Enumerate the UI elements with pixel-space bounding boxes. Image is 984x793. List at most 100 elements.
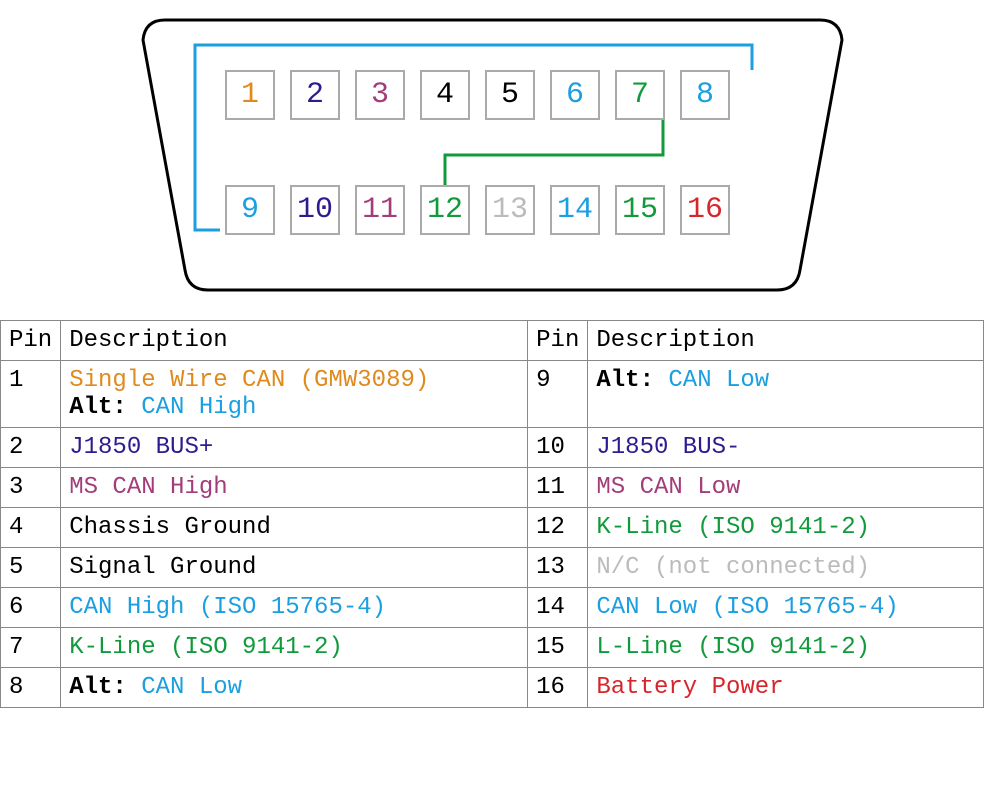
pin-7: 7 xyxy=(615,70,665,120)
table-row: 5 Signal Ground 13 N/C (not connected) xyxy=(1,548,984,588)
pin-3: 3 xyxy=(355,70,405,120)
table-row: 3 MS CAN High 11 MS CAN Low xyxy=(1,468,984,508)
cell-pin: 10 xyxy=(528,428,588,468)
cell-desc: K-Line (ISO 9141-2) xyxy=(588,508,984,548)
pin-2: 2 xyxy=(290,70,340,120)
desc-segment: L-Line (ISO 9141-2) xyxy=(596,634,870,661)
desc-segment: CAN High (ISO 15765-4) xyxy=(69,594,386,621)
cell-pin: 1 xyxy=(1,361,61,428)
pin-1: 1 xyxy=(225,70,275,120)
connector-diagram: 12345678910111213141516 xyxy=(0,0,984,310)
cell-desc: Single Wire CAN (GMW3089)Alt: CAN High xyxy=(61,361,528,428)
cell-pin: 4 xyxy=(1,508,61,548)
cell-desc: CAN Low (ISO 15765-4) xyxy=(588,588,984,628)
desc-segment: Alt: xyxy=(69,394,141,421)
pin-16: 16 xyxy=(680,185,730,235)
th-pin-right: Pin xyxy=(528,321,588,361)
pinout-table: Pin Description Pin Description 1Single … xyxy=(0,320,984,708)
cell-desc: Alt: CAN Low xyxy=(588,361,984,428)
table-row: 6 CAN High (ISO 15765-4) 14 CAN Low (ISO 15… xyxy=(1,588,984,628)
pin-8: 8 xyxy=(680,70,730,120)
table-body: 1Single Wire CAN (GMW3089)Alt: CAN High9… xyxy=(1,361,984,708)
table-header-row: Pin Description Pin Description xyxy=(1,321,984,361)
pin-14: 14 xyxy=(550,185,600,235)
desc-segment: Alt: xyxy=(69,674,141,701)
desc-segment: Battery Power xyxy=(596,674,783,701)
cell-pin: 2 xyxy=(1,428,61,468)
desc-segment: J1850 BUS+ xyxy=(69,434,213,461)
cell-pin: 3 xyxy=(1,468,61,508)
connector-outline-svg xyxy=(0,0,984,310)
table-row: 8Alt: CAN Low16Battery Power xyxy=(1,668,984,708)
cell-desc: Chassis Ground xyxy=(61,508,528,548)
cell-pin: 14 xyxy=(528,588,588,628)
pin-6: 6 xyxy=(550,70,600,120)
cell-pin: 5 xyxy=(1,548,61,588)
th-desc-right: Description xyxy=(588,321,984,361)
cell-desc: K-Line (ISO 9141-2) xyxy=(61,628,528,668)
pin-15: 15 xyxy=(615,185,665,235)
desc-segment: Signal Ground xyxy=(69,554,256,581)
cell-pin: 7 xyxy=(1,628,61,668)
cell-pin: 8 xyxy=(1,668,61,708)
cell-desc: Battery Power xyxy=(588,668,984,708)
desc-segment: CAN Low xyxy=(141,674,242,701)
cell-pin: 11 xyxy=(528,468,588,508)
cell-desc: J1850 BUS- xyxy=(588,428,984,468)
cell-pin: 6 xyxy=(1,588,61,628)
cell-desc: Alt: CAN Low xyxy=(61,668,528,708)
pin-11: 11 xyxy=(355,185,405,235)
table-row: 4 Chassis Ground 12 K-Line (ISO 9141-2) xyxy=(1,508,984,548)
pin-label: 2 xyxy=(306,78,324,112)
desc-segment: Chassis Ground xyxy=(69,514,271,541)
desc-segment: CAN Low (ISO 15765-4) xyxy=(596,594,898,621)
desc-segment: K-Line (ISO 9141-2) xyxy=(69,634,343,661)
cell-pin: 15 xyxy=(528,628,588,668)
desc-segment: MS CAN High xyxy=(69,474,227,501)
cell-pin: 13 xyxy=(528,548,588,588)
cell-pin: 16 xyxy=(528,668,588,708)
desc-segment: Single Wire CAN (GMW3089) xyxy=(69,367,429,394)
th-desc-left: Description xyxy=(61,321,528,361)
desc-segment: N/C (not connected) xyxy=(596,554,870,581)
pin-label: 10 xyxy=(297,193,333,227)
cell-pin: 9 xyxy=(528,361,588,428)
pin-label: 14 xyxy=(557,193,593,227)
pin-label: 16 xyxy=(687,193,723,227)
cell-desc: MS CAN High xyxy=(61,468,528,508)
pin-label: 9 xyxy=(241,193,259,227)
table-row: 7 K-Line (ISO 9141-2) 15 L-Line (ISO 9141-2… xyxy=(1,628,984,668)
desc-segment: CAN Low xyxy=(668,367,769,394)
pin-label: 11 xyxy=(362,193,398,227)
desc-segment: Alt: xyxy=(596,367,668,394)
pin-label: 6 xyxy=(566,78,584,112)
cell-pin: 12 xyxy=(528,508,588,548)
pin-label: 3 xyxy=(371,78,389,112)
pin-label: 7 xyxy=(631,78,649,112)
pin-label: 8 xyxy=(696,78,714,112)
pin-5: 5 xyxy=(485,70,535,120)
cell-desc: N/C (not connected) xyxy=(588,548,984,588)
wire-pin8-pin9 xyxy=(195,45,752,230)
table-row: 1Single Wire CAN (GMW3089)Alt: CAN High9… xyxy=(1,361,984,428)
pin-label: 4 xyxy=(436,78,454,112)
cell-desc: CAN High (ISO 15765-4) xyxy=(61,588,528,628)
desc-segment: CAN High xyxy=(141,394,256,421)
desc-segment: K-Line (ISO 9141-2) xyxy=(596,514,870,541)
pin-label: 12 xyxy=(427,193,463,227)
cell-desc: Signal Ground xyxy=(61,548,528,588)
desc-segment: MS CAN Low xyxy=(596,474,740,501)
cell-desc: L-Line (ISO 9141-2) xyxy=(588,628,984,668)
pin-13: 13 xyxy=(485,185,535,235)
pin-9: 9 xyxy=(225,185,275,235)
wire-pin7-pin12 xyxy=(445,120,663,185)
pin-10: 10 xyxy=(290,185,340,235)
pin-label: 1 xyxy=(241,78,259,112)
th-pin-left: Pin xyxy=(1,321,61,361)
pin-label: 5 xyxy=(501,78,519,112)
pin-4: 4 xyxy=(420,70,470,120)
desc-segment: J1850 BUS- xyxy=(596,434,740,461)
cell-desc: MS CAN Low xyxy=(588,468,984,508)
cell-desc: J1850 BUS+ xyxy=(61,428,528,468)
table-row: 2 J1850 BUS+ 10 J1850 BUS- xyxy=(1,428,984,468)
